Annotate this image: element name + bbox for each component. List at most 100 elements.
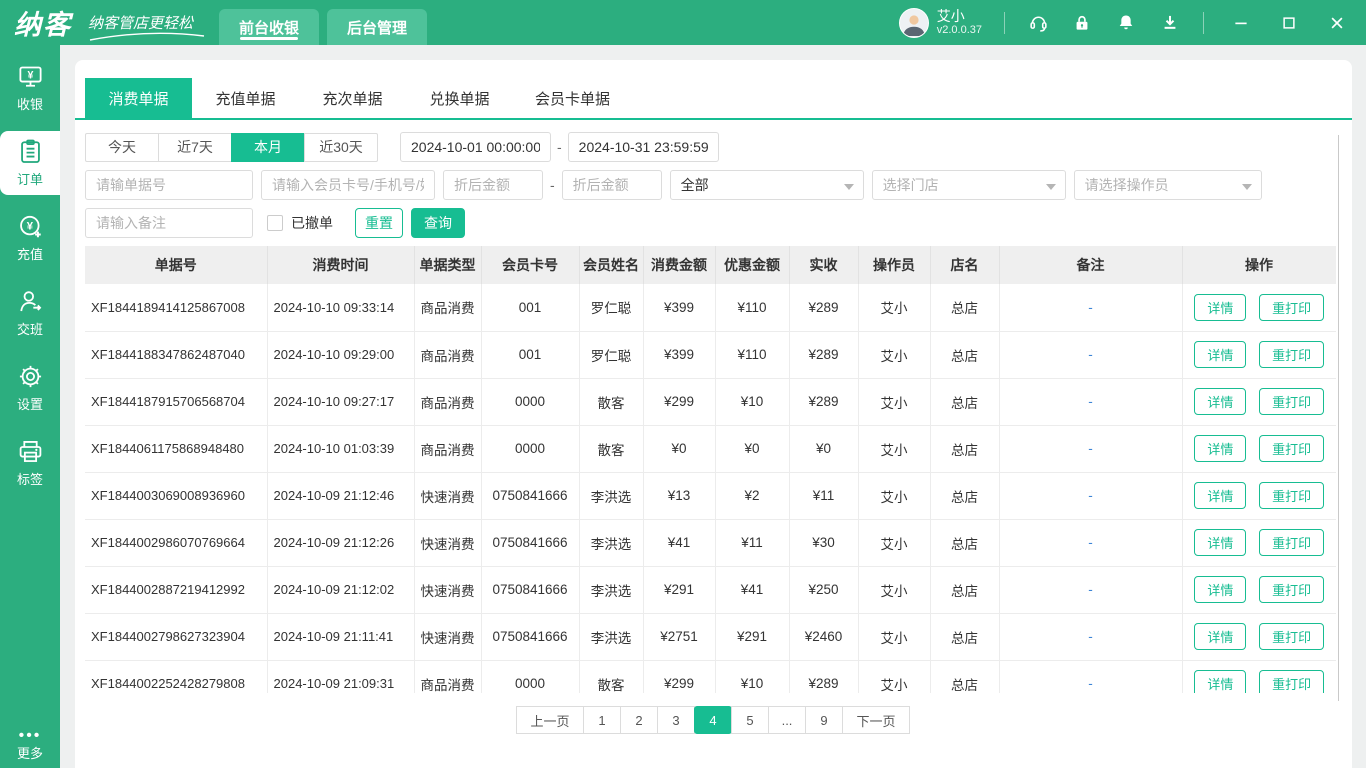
cell-order-no: XF1844189414125867008: [85, 284, 267, 331]
page-button[interactable]: 4: [694, 706, 732, 734]
range-30days-button[interactable]: 近30天: [304, 133, 378, 162]
range-this-month-button[interactable]: 本月: [231, 133, 305, 162]
nav-tab-front-cashier[interactable]: 前台收银: [219, 9, 319, 45]
page-button[interactable]: 3: [657, 706, 695, 734]
cell-remark: -: [999, 613, 1182, 660]
detail-button[interactable]: 详情: [1194, 482, 1246, 509]
prev-page-button[interactable]: 上一页: [516, 706, 584, 734]
quick-range-group: 今天 近7天 本月 近30天: [85, 133, 378, 162]
bell-icon[interactable]: [1115, 12, 1137, 34]
table-row: XF1844003069008936960 2024-10-09 21:12:4…: [85, 472, 1336, 519]
cell-remark: -: [999, 566, 1182, 613]
order-no-input[interactable]: [85, 170, 253, 200]
cell-operator: 艾小: [858, 425, 930, 472]
detail-button[interactable]: 详情: [1194, 576, 1246, 603]
reprint-button[interactable]: 重打印: [1259, 388, 1324, 415]
column-header: 店名: [930, 246, 999, 284]
tab-consume-orders[interactable]: 消费单据: [85, 78, 192, 118]
tab-member-card-orders[interactable]: 会员卡单据: [513, 78, 632, 118]
close-icon[interactable]: [1326, 12, 1348, 34]
select-placeholder: 请选择操作员: [1085, 175, 1169, 195]
order-type-select[interactable]: 全部: [670, 170, 864, 200]
reprint-button[interactable]: 重打印: [1259, 623, 1324, 650]
tab-exchange-orders[interactable]: 兑换单据: [406, 78, 513, 118]
service-icon[interactable]: [1027, 12, 1049, 34]
cell-member-card-no: 0000: [481, 660, 579, 693]
avatar[interactable]: [899, 8, 929, 38]
table-scrollbar[interactable]: [1338, 135, 1339, 701]
detail-button[interactable]: 详情: [1194, 529, 1246, 556]
sidebar-item-more[interactable]: ••• 更多: [0, 731, 60, 762]
detail-button[interactable]: 详情: [1194, 388, 1246, 415]
revoked-checkbox-label: 已撤单: [291, 213, 333, 233]
sidebar-item-label-print[interactable]: 标签: [0, 431, 60, 495]
detail-button[interactable]: 详情: [1194, 435, 1246, 462]
detail-button[interactable]: 详情: [1194, 294, 1246, 321]
reprint-button[interactable]: 重打印: [1259, 294, 1324, 321]
sidebar-item-label: 交班: [17, 319, 43, 338]
sidebar-item-settings[interactable]: 设置: [0, 356, 60, 420]
sidebar-item-cashier[interactable]: ¥ 收银: [0, 56, 60, 120]
sidebar-item-orders[interactable]: 订单: [0, 131, 60, 195]
table-row: XF1844061175868948480 2024-10-10 01:03:3…: [85, 425, 1336, 472]
cell-member-card-no: 0000: [481, 378, 579, 425]
date-to-input[interactable]: [568, 132, 719, 162]
date-from-input[interactable]: [400, 132, 551, 162]
cell-order-type: 商品消费: [414, 378, 481, 425]
table-body: XF1844189414125867008 2024-10-10 09:33:1…: [85, 284, 1336, 693]
page-button[interactable]: 5: [731, 706, 769, 734]
operator-select[interactable]: 请选择操作员: [1074, 170, 1262, 200]
range-today-button[interactable]: 今天: [85, 133, 159, 162]
cell-store: 总店: [930, 660, 999, 693]
page-button[interactable]: 1: [583, 706, 621, 734]
tab-label: 充次单据: [322, 88, 382, 109]
page-button[interactable]: 2: [620, 706, 658, 734]
store-select[interactable]: 选择门店: [872, 170, 1066, 200]
amount-min-input[interactable]: [443, 170, 543, 200]
cell-consume-time: 2024-10-09 21:11:41: [267, 613, 414, 660]
maximize-icon[interactable]: [1278, 12, 1300, 34]
cell-member-card-no: 0750841666: [481, 566, 579, 613]
cell-paid-amount: ¥289: [789, 660, 858, 693]
sidebar-item-shift[interactable]: 交班: [0, 281, 60, 345]
range-7days-button[interactable]: 近7天: [158, 133, 232, 162]
cell-member-card-no: 0750841666: [481, 519, 579, 566]
reprint-button[interactable]: 重打印: [1259, 341, 1324, 368]
tab-label: 充值单据: [215, 88, 275, 109]
detail-button[interactable]: 详情: [1194, 623, 1246, 650]
tab-recharge-orders[interactable]: 充值单据: [192, 78, 299, 118]
reset-button[interactable]: 重置: [355, 208, 403, 238]
cell-operator: 艾小: [858, 660, 930, 693]
range-label: 近7天: [177, 137, 213, 157]
tab-times-orders[interactable]: 充次单据: [299, 78, 406, 118]
sidebar-item-recharge[interactable]: ¥ 充值: [0, 206, 60, 270]
user-name: 艾小: [937, 8, 982, 24]
cell-operator: 艾小: [858, 331, 930, 378]
page-button[interactable]: 9: [805, 706, 843, 734]
lock-icon[interactable]: [1071, 12, 1093, 34]
reprint-button[interactable]: 重打印: [1259, 576, 1324, 603]
next-page-button[interactable]: 下一页: [842, 706, 910, 734]
remark-input[interactable]: [85, 208, 253, 238]
search-button[interactable]: 查询: [411, 208, 465, 238]
reprint-button[interactable]: 重打印: [1259, 435, 1324, 462]
cell-operator: 艾小: [858, 472, 930, 519]
reprint-button[interactable]: 重打印: [1259, 670, 1324, 693]
revoked-checkbox[interactable]: [267, 215, 283, 231]
date-range-separator: -: [557, 139, 562, 155]
minimize-icon[interactable]: [1230, 12, 1252, 34]
table-row: XF1844002887219412992 2024-10-09 21:12:0…: [85, 566, 1336, 613]
page-button[interactable]: ...: [768, 706, 806, 734]
app-tagline: 纳客管店更轻松: [88, 12, 193, 33]
nav-tab-backend[interactable]: 后台管理: [327, 9, 427, 45]
cell-member-name: 罗仁聪: [579, 284, 643, 331]
amount-max-input[interactable]: [562, 170, 662, 200]
user-box[interactable]: 艾小 v2.0.0.37: [899, 8, 982, 38]
download-icon[interactable]: [1159, 12, 1181, 34]
detail-button[interactable]: 详情: [1194, 341, 1246, 368]
member-search-input[interactable]: [261, 170, 435, 200]
filter-row-actions: 已撤单 重置 查询: [85, 208, 1352, 238]
reprint-button[interactable]: 重打印: [1259, 482, 1324, 509]
detail-button[interactable]: 详情: [1194, 670, 1246, 693]
reprint-button[interactable]: 重打印: [1259, 529, 1324, 556]
